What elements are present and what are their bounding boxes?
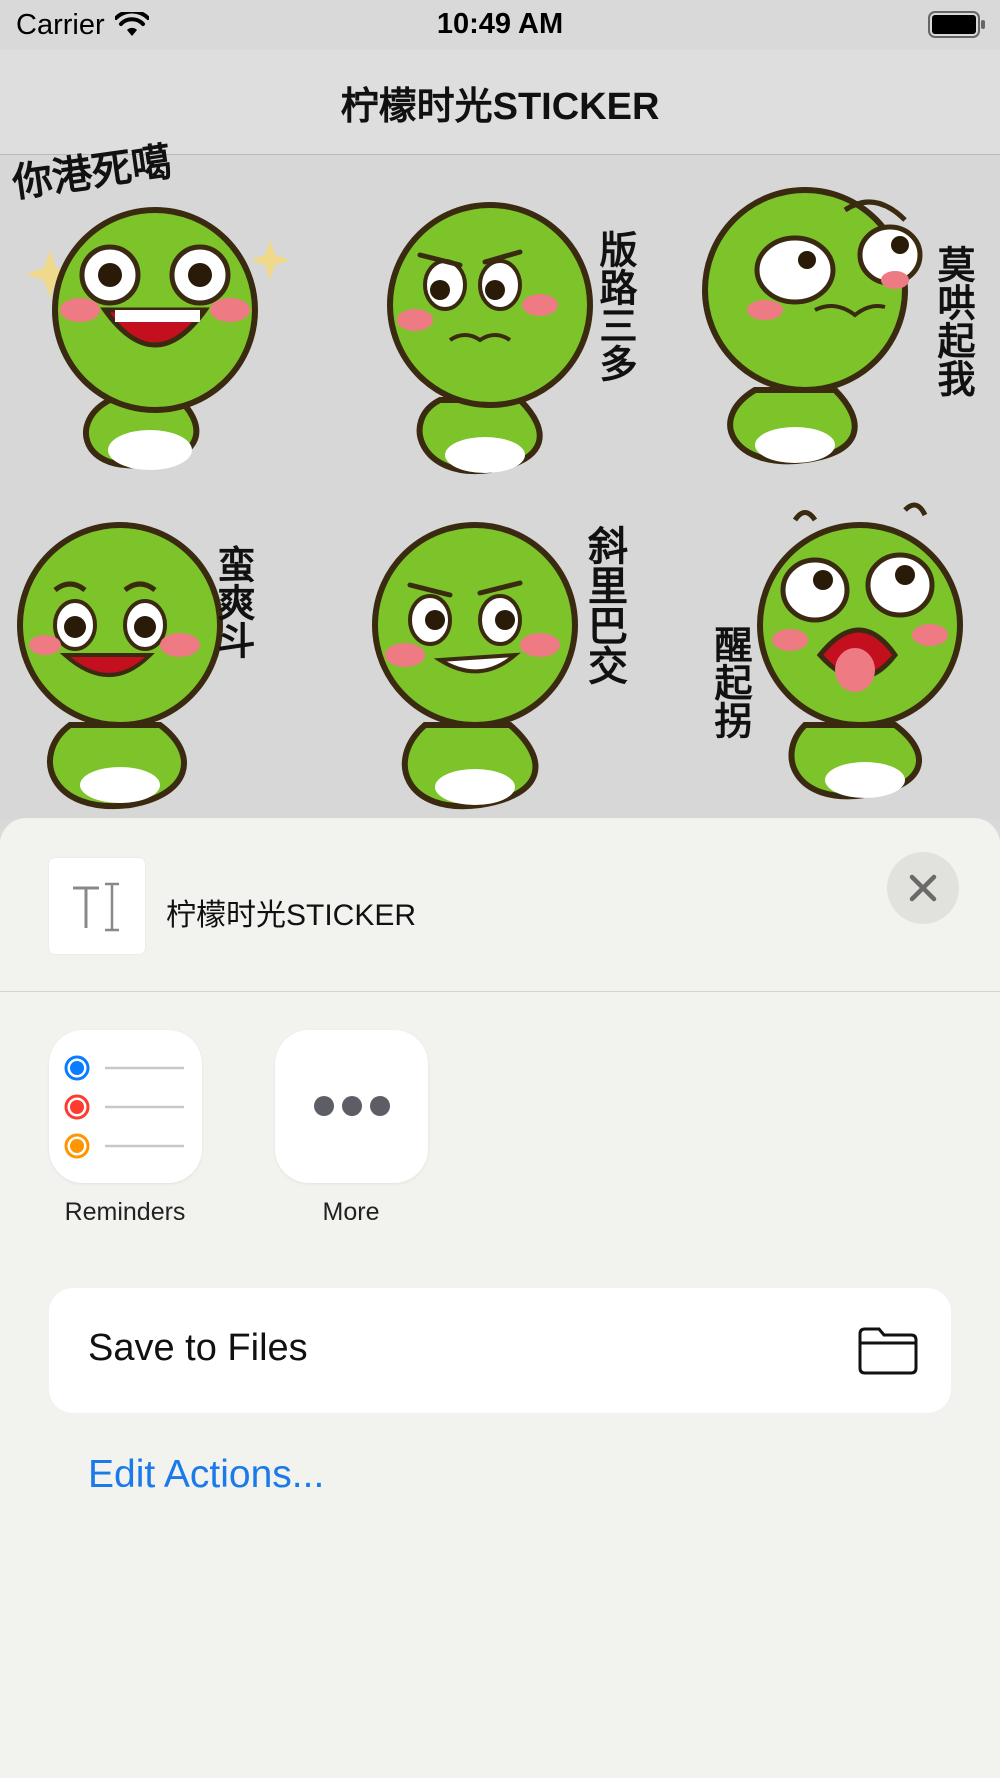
sticker-6[interactable]: 醒起拐 (695, 495, 995, 815)
sticker-1[interactable]: 你港死噶 (10, 139, 310, 480)
battery-icon (928, 11, 985, 38)
more-label: More (322, 1198, 380, 1226)
sticker-2[interactable]: 版路三多 (360, 160, 660, 480)
sticker-5[interactable]: 斜里巴交 (355, 495, 655, 815)
edit-actions-link[interactable]: Edit Actions... (88, 1453, 324, 1497)
snake-sticker-image (26, 207, 290, 470)
sticker-grid: 你港死噶 版路三多 莫哄起我 蛮爽斗 斜里巴交 醒起拐 (0, 139, 1000, 820)
more-app-button[interactable] (275, 1030, 428, 1183)
nav-bar: 柠檬时光STICKER (0, 50, 1000, 155)
page-title: 柠檬时光STICKER (340, 85, 660, 128)
reminders-label: Reminders (64, 1198, 186, 1226)
share-sheet-header: 柠檬时光STICKER (0, 818, 1000, 992)
sticker-caption: 蛮爽斗 (211, 545, 255, 659)
status-time: 10:49 AM (436, 8, 564, 40)
share-sheet: 柠檬时光STICKER Reminders More Save to Files… (0, 818, 1000, 1778)
close-icon (909, 874, 937, 902)
sticker-caption: 版路三多 (593, 230, 637, 382)
share-sheet-title: 柠檬时光STICKER (166, 899, 417, 932)
sticker-caption: 莫哄起我 (931, 245, 975, 397)
more-icon (314, 1096, 390, 1116)
sticker-caption: 斜里巴交 (581, 525, 627, 685)
snake-sticker-image (17, 522, 223, 810)
close-button[interactable] (887, 852, 959, 924)
sticker-caption: 醒起拐 (708, 625, 752, 739)
text-document-icon (73, 882, 119, 932)
status-bar: Carrier 10:49 AM (0, 0, 1000, 50)
save-to-files-label: Save to Files (88, 1327, 308, 1369)
folder-icon (858, 1327, 918, 1375)
reminders-app-button[interactable] (49, 1030, 202, 1183)
document-thumbnail (49, 858, 145, 954)
sticker-3[interactable]: 莫哄起我 (695, 160, 995, 480)
reminders-icon (64, 1055, 184, 1159)
sticker-4[interactable]: 蛮爽斗 (10, 495, 310, 815)
save-to-files-button[interactable]: Save to Files (49, 1288, 951, 1413)
